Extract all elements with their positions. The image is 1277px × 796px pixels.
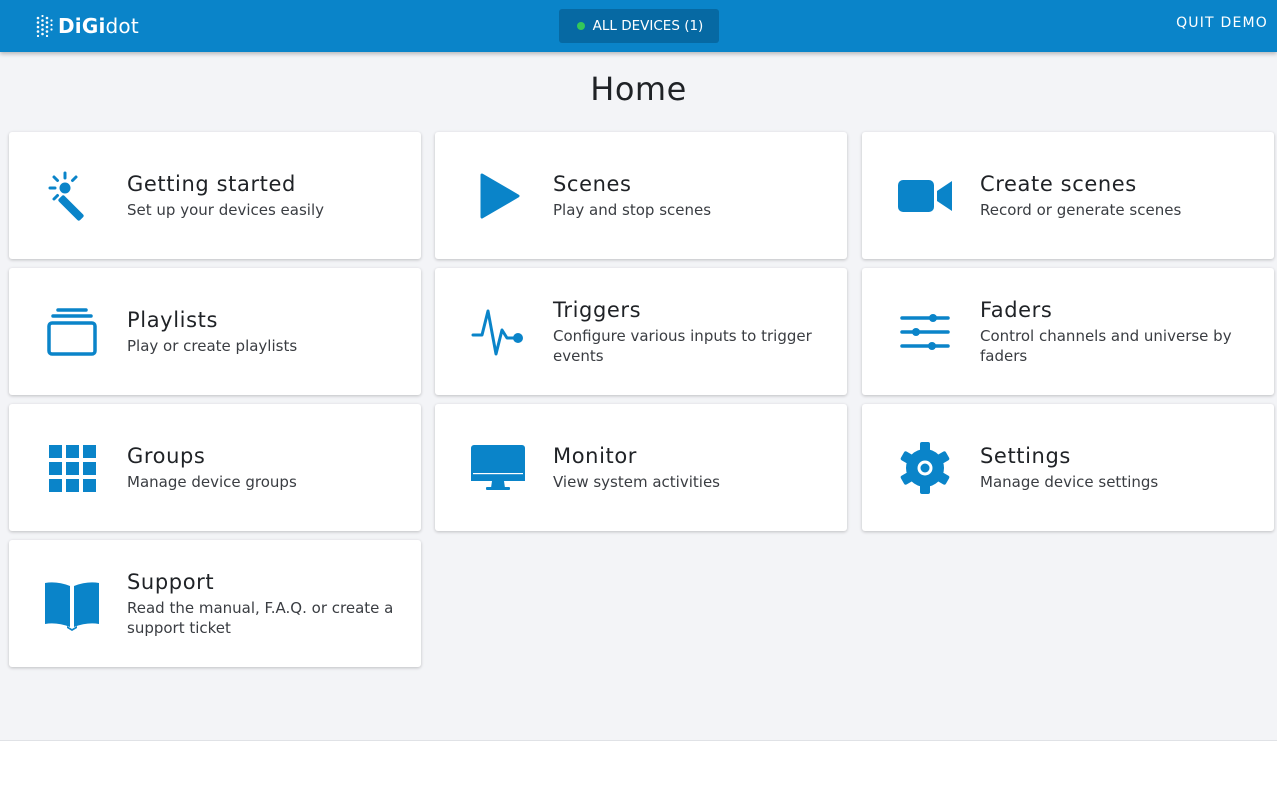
card-text: Faders Control channels and universe by … bbox=[980, 268, 1252, 395]
card-description: Play or create playlists bbox=[127, 336, 298, 355]
app: DiGidot ALL DEVICES (1) QUIT DEMO Home G… bbox=[0, 0, 1277, 741]
card-text: Monitor View system activities bbox=[553, 404, 825, 531]
card-playlists[interactable]: Playlists Play or create playlists bbox=[9, 268, 421, 395]
logo-text-light: dot bbox=[105, 14, 139, 38]
pulse-icon bbox=[471, 305, 525, 359]
book-icon bbox=[45, 577, 99, 631]
card-faders[interactable]: Faders Control channels and universe by … bbox=[862, 268, 1274, 395]
all-devices-button[interactable]: ALL DEVICES (1) bbox=[559, 9, 719, 43]
card-description: Manage device groups bbox=[127, 472, 297, 491]
card-description: Play and stop scenes bbox=[553, 200, 712, 219]
card-support[interactable]: Support Read the manual, F.A.Q. or creat… bbox=[9, 540, 421, 667]
page-title: Home bbox=[590, 70, 687, 108]
card-title: Scenes bbox=[553, 171, 632, 196]
card-description: Configure various inputs to trigger even… bbox=[553, 326, 812, 365]
play-icon bbox=[471, 169, 525, 223]
card-title: Create scenes bbox=[980, 171, 1137, 196]
quit-demo-button[interactable]: QUIT DEMO bbox=[1176, 15, 1268, 31]
sliders-icon bbox=[898, 305, 952, 359]
playlist-icon bbox=[45, 305, 99, 359]
card-description: Read the manual, F.A.Q. or create a supp… bbox=[127, 598, 394, 637]
logo-dots-icon bbox=[36, 15, 53, 37]
monitor-icon bbox=[471, 441, 525, 495]
video-camera-icon bbox=[898, 169, 952, 223]
card-text: Scenes Play and stop scenes bbox=[553, 132, 825, 259]
card-title: Playlists bbox=[127, 307, 218, 332]
card-groups[interactable]: Groups Manage device groups bbox=[9, 404, 421, 531]
card-triggers[interactable]: Triggers Configure various inputs to tri… bbox=[435, 268, 847, 395]
magic-wand-icon bbox=[45, 169, 99, 223]
all-devices-label: ALL DEVICES (1) bbox=[592, 18, 704, 34]
card-create-scenes[interactable]: Create scenes Record or generate scenes bbox=[862, 132, 1274, 259]
card-title: Monitor bbox=[553, 443, 638, 468]
card-title: Support bbox=[127, 569, 215, 594]
card-title: Triggers bbox=[553, 297, 642, 322]
card-text: Settings Manage device settings bbox=[980, 404, 1252, 531]
card-getting-started[interactable]: Getting started Set up your devices easi… bbox=[9, 132, 421, 259]
card-title: Groups bbox=[127, 443, 206, 468]
gear-icon bbox=[898, 441, 952, 495]
card-text: Groups Manage device groups bbox=[127, 404, 399, 531]
card-description: Manage device settings bbox=[980, 472, 1159, 491]
card-text: Triggers Configure various inputs to tri… bbox=[553, 268, 825, 395]
online-status-dot bbox=[576, 22, 585, 30]
logo-text-bold: DiGi bbox=[58, 14, 106, 38]
card-scenes[interactable]: Scenes Play and stop scenes bbox=[435, 132, 847, 259]
card-text: Create scenes Record or generate scenes bbox=[980, 132, 1252, 259]
logo-text: DiGidot bbox=[58, 14, 139, 38]
grid-icon bbox=[45, 441, 99, 495]
top-app-bar: DiGidot ALL DEVICES (1) QUIT DEMO bbox=[0, 0, 1277, 52]
card-description: Control channels and universe by faders bbox=[980, 326, 1232, 365]
card-text: Playlists Play or create playlists bbox=[127, 268, 399, 395]
card-description: Record or generate scenes bbox=[980, 200, 1182, 219]
card-text: Getting started Set up your devices easi… bbox=[127, 132, 399, 259]
card-settings[interactable]: Settings Manage device settings bbox=[862, 404, 1274, 531]
card-text: Support Read the manual, F.A.Q. or creat… bbox=[127, 540, 399, 667]
card-description: View system activities bbox=[553, 472, 720, 491]
card-title: Faders bbox=[980, 297, 1053, 322]
card-description: Set up your devices easily bbox=[127, 200, 324, 219]
card-monitor[interactable]: Monitor View system activities bbox=[435, 404, 847, 531]
card-title: Settings bbox=[980, 443, 1071, 468]
digidot-logo[interactable]: DiGidot bbox=[36, 12, 139, 40]
card-title: Getting started bbox=[127, 171, 296, 196]
